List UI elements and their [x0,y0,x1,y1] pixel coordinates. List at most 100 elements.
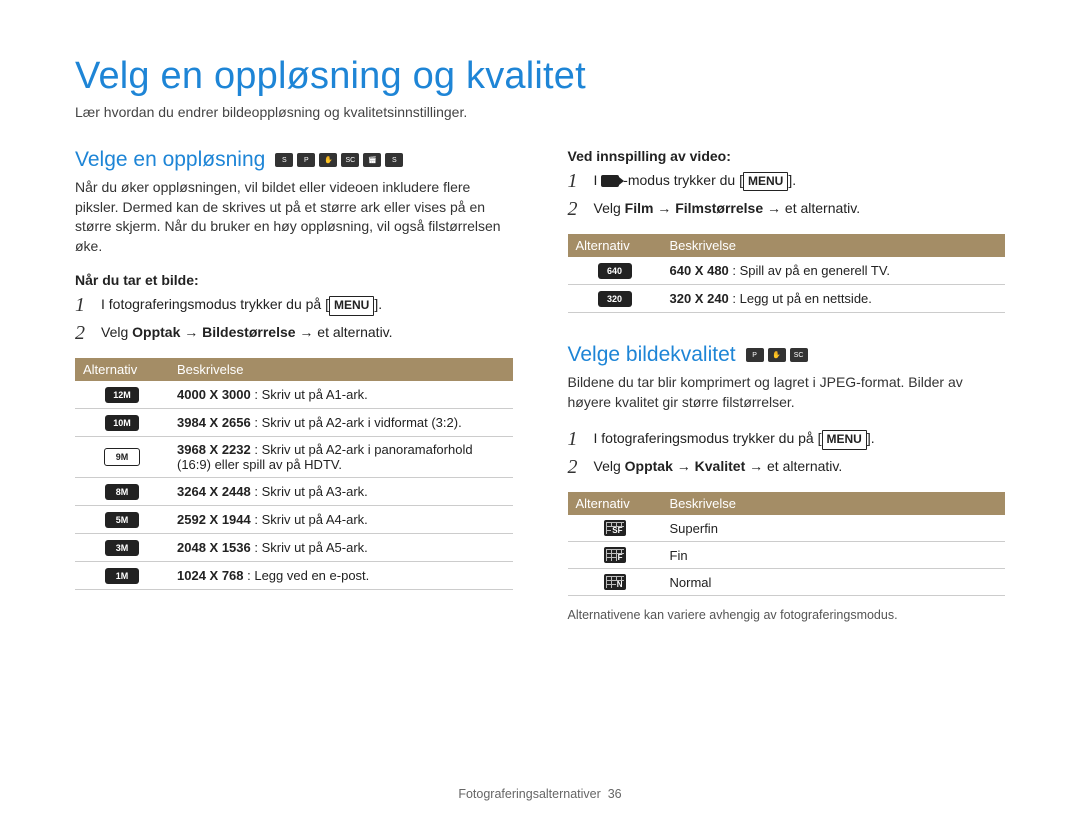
vstep1-mid: -modus trykker du [ [619,172,743,188]
table-row: 8M3264 X 2448 : Skriv ut på A3-ark. [75,478,513,506]
res-12m-desc: : Skriv ut på A1-ark. [251,387,368,402]
photo-resolution-table: Alternativ Beskrivelse 12M 4000 X 3000 : … [75,358,513,590]
quality-normal-icon: N [604,574,626,590]
res-1m-icon: 1M [105,568,139,584]
video-steps: 1 I -modus trykker du [MENU]. 2 Velg Fil… [568,170,1006,220]
dual-is-icon: ✋ [768,348,786,362]
res-10m-icon: 10M [105,415,139,431]
table-row: 320 320 X 240 : Legg ut på en nettside. [568,285,1006,313]
res-3m-icon: 3M [105,540,139,556]
table-row: F Fin [568,542,1006,569]
th-alt: Alternativ [568,492,662,515]
th-desc: Beskrivelse [662,234,1006,257]
quality-steps: 1 I fotograferingsmodus trykker du på [M… [568,428,1006,478]
table-row: 1M 1024 X 768 : Legg ved en e-post. [75,562,513,590]
qstep1-post: ]. [867,430,875,446]
page-footer: Fotograferingsalternativer 36 [0,787,1080,801]
step-number-1: 1 [75,294,91,316]
video-resolution-table: Alternativ Beskrivelse 640640 X 480 : Sp… [568,234,1006,313]
quality-mode-icons: P ✋ SC [746,348,808,362]
left-column: Velge en oppløsning S P ✋ SC 🎬︎ S Når du… [75,148,513,622]
smart-icon: S [275,153,293,167]
menu-button: MENU [743,172,788,191]
table-row: 3M2048 X 1536 : Skriv ut på A5-ark. [75,534,513,562]
qstep2-text: Velg Opptak → Kvalitet → et alternativ. [594,458,843,474]
menu-button: MENU [329,296,374,315]
quality-heading: Velge bildekvalitet P ✋ SC [568,343,1006,367]
step1-pre: I fotograferingsmodus trykker du på [ [101,296,329,312]
res-320-desc: : Legg ut på en nettside. [729,291,872,306]
res-1m-bold: 1024 X 768 [177,568,244,583]
res-8m-icon: 8M [105,484,139,500]
video-mode-label: Ved innspilling av video: [568,148,1006,164]
program-icon: P [746,348,764,362]
table-row: 9M3968 X 2232 : Skriv ut på A2-ark i pan… [75,437,513,478]
resolution-heading: Velge en oppløsning S P ✋ SC 🎬︎ S [75,148,513,172]
quality-normal-label: Normal [662,569,1006,596]
quality-heading-text: Velge bildekvalitet [568,343,736,367]
res-12m-icon: 12M [105,387,139,403]
vstep1-pre: I [594,172,602,188]
page-subtitle: Lær hvordan du endrer bildeoppløsning og… [75,104,1005,120]
res-10m-desc: : Skriv ut på A2-ark i vidformat (3:2). [251,415,462,430]
scene-icon: SC [341,153,359,167]
quality-fine-icon: F [604,547,626,563]
program-icon: P [297,153,315,167]
page-title: Velg en oppløsning og kvalitet [75,55,1005,98]
step-number-2: 2 [75,322,91,344]
quality-superfine-label: Superfin [662,515,1006,542]
table-row: 12M 4000 X 3000 : Skriv ut på A1-ark. [75,381,513,409]
mode-icons: S P ✋ SC 🎬︎ S [275,153,403,167]
photo-step-2: 2 Velg Opptak → Bildestørrelse → et alte… [75,322,513,344]
footer-page: 36 [608,787,622,801]
res-5m-desc: : Skriv ut på A4-ark. [251,512,368,527]
table-row: N Normal [568,569,1006,596]
table-row: SF Superfin [568,515,1006,542]
photo-steps: 1 I fotograferingsmodus trykker du på [M… [75,294,513,344]
res-640-bold: 640 X 480 [670,263,729,278]
quality-table: Alternativ Beskrivelse SF Superfin F Fin N… [568,492,1006,596]
vstep1-post: ]. [788,172,796,188]
res-320-icon: 320 [598,291,632,307]
res-10m-bold: 3984 X 2656 [177,415,251,430]
quality-step-2: 2 Velg Opptak → Kvalitet → et alternativ… [568,456,1006,478]
vstep2-text: Velg Film → Filmstørrelse → et alternati… [594,200,861,216]
dual-is-icon: ✋ [319,153,337,167]
th-desc: Beskrivelse [662,492,1006,515]
video-step-1: 1 I -modus trykker du [MENU]. [568,170,1006,192]
photo-mode-label: Når du tar et bilde: [75,272,513,288]
res-12m-bold: 4000 X 3000 [177,387,251,402]
th-alt: Alternativ [568,234,662,257]
resolution-heading-text: Velge en oppløsning [75,148,265,172]
quality-superfine-icon: SF [604,520,626,536]
step-number-2: 2 [568,456,584,478]
step-number-1: 1 [568,428,584,450]
menu-button: MENU [822,430,867,449]
res-5m-icon: 5M [105,512,139,528]
res-3m-bold: 2048 X 1536 [177,540,251,555]
res-1m-desc: : Legg ved en e-post. [244,568,370,583]
res-640-icon: 640 [598,263,632,279]
res-320-bold: 320 X 240 [670,291,729,306]
res-5m-bold: 2592 X 1944 [177,512,251,527]
smart2-icon: S [385,153,403,167]
columns: Velge en oppløsning S P ✋ SC 🎬︎ S Når du… [75,148,1005,622]
scene-icon: SC [790,348,808,362]
res-8m-desc: : Skriv ut på A3-ark. [251,484,368,499]
video-step-2: 2 Velg Film → Filmstørrelse → et alterna… [568,198,1006,220]
th-alt: Alternativ [75,358,169,381]
step1-post: ]. [374,296,382,312]
resolution-intro: Når du øker oppløsningen, vil bildet ell… [75,178,513,256]
right-column: Ved innspilling av video: 1 I -modus try… [568,148,1006,622]
table-row: 10M 3984 X 2656 : Skriv ut på A2-ark i vi… [75,409,513,437]
th-desc: Beskrivelse [169,358,513,381]
page-root: Velg en oppløsning og kvalitet Lær hvord… [0,0,1080,815]
step2-text: Velg Opptak → Bildestørrelse → et altern… [101,324,393,340]
step-number-2: 2 [568,198,584,220]
video-mode-icon [601,175,619,187]
quality-fine-label: Fin [662,542,1006,569]
video-icon: 🎬︎ [363,153,381,167]
quality-footnote: Alternativene kan variere avhengig av fo… [568,608,1006,622]
res-9m-icon: 9M [104,448,140,466]
footer-text: Fotograferingsalternativer [458,787,600,801]
